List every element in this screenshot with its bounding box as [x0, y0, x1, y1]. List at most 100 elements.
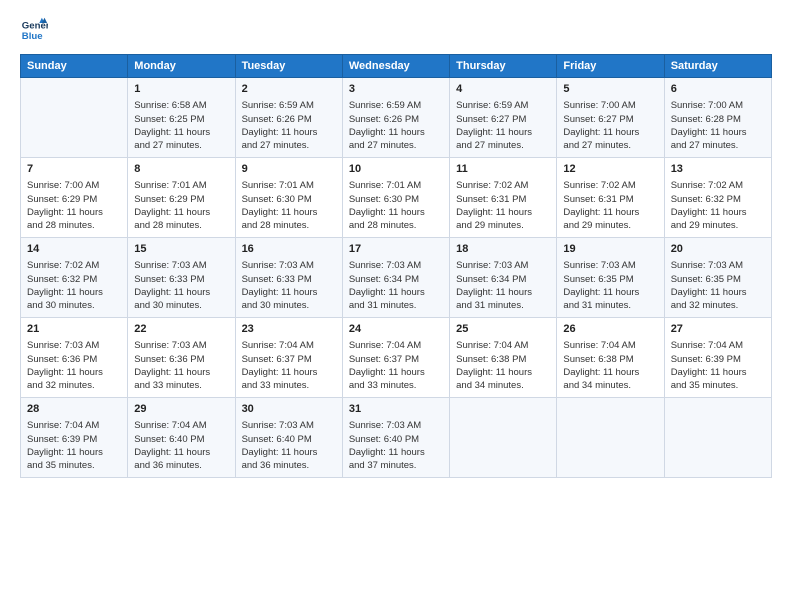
day-number: 7	[27, 162, 121, 177]
calendar-cell: 2Sunrise: 6:59 AM Sunset: 6:26 PM Daylig…	[235, 78, 342, 158]
day-number: 2	[242, 82, 336, 97]
day-number: 15	[134, 242, 228, 257]
calendar-cell: 29 Sunrise: 7:04 AM Sunset: 6:40 PM Dayli…	[128, 398, 235, 478]
day-info: Sunrise: 7:04 AM Sunset: 6:39 PM Dayligh…	[671, 339, 765, 392]
day-info: Sunrise: 7:02 AM Sunset: 6:32 PM Dayligh…	[27, 259, 121, 312]
calendar-cell: 6 Sunrise: 7:00 AM Sunset: 6:28 PM Daylig…	[664, 78, 771, 158]
header-cell-tuesday: Tuesday	[235, 55, 342, 78]
day-info: Sunrise: 7:02 AM Sunset: 6:31 PM Dayligh…	[456, 179, 550, 232]
calendar-header-row: SundayMondayTuesdayWednesdayThursdayFrid…	[21, 55, 772, 78]
day-info: Sunrise: 7:04 AM Sunset: 6:38 PM Dayligh…	[563, 339, 657, 392]
calendar-cell	[450, 398, 557, 478]
day-info: Sunrise: 6:59 AM Sunset: 6:27 PM Dayligh…	[456, 99, 550, 152]
day-number: 1	[134, 82, 228, 97]
calendar-cell: 16 Sunrise: 7:03 AM Sunset: 6:33 PM Dayli…	[235, 238, 342, 318]
calendar-cell: 21 Sunrise: 7:03 AM Sunset: 6:36 PM Dayli…	[21, 318, 128, 398]
calendar-cell	[21, 78, 128, 158]
day-info: Sunrise: 7:03 AM Sunset: 6:36 PM Dayligh…	[27, 339, 121, 392]
day-number: 28	[27, 402, 121, 417]
calendar-cell: 7 Sunrise: 7:00 AM Sunset: 6:29 PM Daylig…	[21, 158, 128, 238]
day-number: 30	[242, 402, 336, 417]
day-number: 18	[456, 242, 550, 257]
day-info: Sunrise: 7:02 AM Sunset: 6:32 PM Dayligh…	[671, 179, 765, 232]
day-number: 23	[242, 322, 336, 337]
day-info: Sunrise: 7:04 AM Sunset: 6:37 PM Dayligh…	[349, 339, 443, 392]
day-info: Sunrise: 7:03 AM Sunset: 6:34 PM Dayligh…	[456, 259, 550, 312]
day-number: 22	[134, 322, 228, 337]
day-number: 19	[563, 242, 657, 257]
day-info: Sunrise: 6:59 AM Sunset: 6:26 PM Dayligh…	[349, 99, 443, 152]
calendar-cell: 11 Sunrise: 7:02 AM Sunset: 6:31 PM Dayli…	[450, 158, 557, 238]
calendar-cell: 1Sunrise: 6:58 AM Sunset: 6:25 PM Daylig…	[128, 78, 235, 158]
calendar-cell: 31 Sunrise: 7:03 AM Sunset: 6:40 PM Dayli…	[342, 398, 449, 478]
calendar-cell: 18 Sunrise: 7:03 AM Sunset: 6:34 PM Dayli…	[450, 238, 557, 318]
header-cell-thursday: Thursday	[450, 55, 557, 78]
logo-icon: General Blue	[20, 16, 48, 44]
day-info: Sunrise: 7:00 AM Sunset: 6:29 PM Dayligh…	[27, 179, 121, 232]
calendar-table: SundayMondayTuesdayWednesdayThursdayFrid…	[20, 54, 772, 478]
day-info: Sunrise: 7:04 AM Sunset: 6:40 PM Dayligh…	[134, 419, 228, 472]
calendar-cell: 22 Sunrise: 7:03 AM Sunset: 6:36 PM Dayli…	[128, 318, 235, 398]
calendar-cell: 8Sunrise: 7:01 AM Sunset: 6:29 PM Daylig…	[128, 158, 235, 238]
day-info: Sunrise: 7:01 AM Sunset: 6:30 PM Dayligh…	[242, 179, 336, 232]
day-info: Sunrise: 7:03 AM Sunset: 6:33 PM Dayligh…	[134, 259, 228, 312]
week-row-2: 7 Sunrise: 7:00 AM Sunset: 6:29 PM Daylig…	[21, 158, 772, 238]
logo: General Blue	[20, 16, 52, 44]
day-info: Sunrise: 7:00 AM Sunset: 6:28 PM Dayligh…	[671, 99, 765, 152]
day-number: 13	[671, 162, 765, 177]
calendar-cell: 12 Sunrise: 7:02 AM Sunset: 6:31 PM Dayli…	[557, 158, 664, 238]
day-number: 31	[349, 402, 443, 417]
day-number: 5	[563, 82, 657, 97]
day-number: 4	[456, 82, 550, 97]
calendar-cell: 3 Sunrise: 6:59 AM Sunset: 6:26 PM Daylig…	[342, 78, 449, 158]
calendar-cell: 17 Sunrise: 7:03 AM Sunset: 6:34 PM Dayli…	[342, 238, 449, 318]
day-info: Sunrise: 7:03 AM Sunset: 6:34 PM Dayligh…	[349, 259, 443, 312]
day-number: 10	[349, 162, 443, 177]
day-number: 21	[27, 322, 121, 337]
day-number: 20	[671, 242, 765, 257]
svg-text:Blue: Blue	[22, 31, 43, 42]
header-cell-saturday: Saturday	[664, 55, 771, 78]
calendar-cell: 28 Sunrise: 7:04 AM Sunset: 6:39 PM Dayli…	[21, 398, 128, 478]
day-info: Sunrise: 7:02 AM Sunset: 6:31 PM Dayligh…	[563, 179, 657, 232]
calendar-cell	[557, 398, 664, 478]
calendar-cell: 5Sunrise: 7:00 AM Sunset: 6:27 PM Daylig…	[557, 78, 664, 158]
day-number: 16	[242, 242, 336, 257]
header-cell-sunday: Sunday	[21, 55, 128, 78]
day-info: Sunrise: 7:04 AM Sunset: 6:38 PM Dayligh…	[456, 339, 550, 392]
calendar-cell: 13 Sunrise: 7:02 AM Sunset: 6:32 PM Dayli…	[664, 158, 771, 238]
week-row-1: 1Sunrise: 6:58 AM Sunset: 6:25 PM Daylig…	[21, 78, 772, 158]
day-info: Sunrise: 7:03 AM Sunset: 6:40 PM Dayligh…	[242, 419, 336, 472]
day-number: 3	[349, 82, 443, 97]
calendar-cell: 30 Sunrise: 7:03 AM Sunset: 6:40 PM Dayli…	[235, 398, 342, 478]
week-row-5: 28 Sunrise: 7:04 AM Sunset: 6:39 PM Dayli…	[21, 398, 772, 478]
calendar-cell: 10 Sunrise: 7:01 AM Sunset: 6:30 PM Dayli…	[342, 158, 449, 238]
day-number: 24	[349, 322, 443, 337]
day-number: 12	[563, 162, 657, 177]
header-cell-monday: Monday	[128, 55, 235, 78]
day-number: 17	[349, 242, 443, 257]
page: General Blue SundayMondayTuesdayWednesda…	[0, 0, 792, 612]
day-number: 29	[134, 402, 228, 417]
day-info: Sunrise: 7:04 AM Sunset: 6:39 PM Dayligh…	[27, 419, 121, 472]
day-info: Sunrise: 7:04 AM Sunset: 6:37 PM Dayligh…	[242, 339, 336, 392]
header: General Blue	[20, 16, 772, 44]
calendar-cell: 25 Sunrise: 7:04 AM Sunset: 6:38 PM Dayli…	[450, 318, 557, 398]
calendar-cell	[664, 398, 771, 478]
day-info: Sunrise: 7:03 AM Sunset: 6:33 PM Dayligh…	[242, 259, 336, 312]
calendar-body: 1Sunrise: 6:58 AM Sunset: 6:25 PM Daylig…	[21, 78, 772, 478]
day-info: Sunrise: 7:03 AM Sunset: 6:35 PM Dayligh…	[671, 259, 765, 312]
day-number: 26	[563, 322, 657, 337]
header-cell-wednesday: Wednesday	[342, 55, 449, 78]
day-number: 27	[671, 322, 765, 337]
day-info: Sunrise: 7:03 AM Sunset: 6:40 PM Dayligh…	[349, 419, 443, 472]
week-row-3: 14Sunrise: 7:02 AM Sunset: 6:32 PM Dayli…	[21, 238, 772, 318]
header-cell-friday: Friday	[557, 55, 664, 78]
week-row-4: 21 Sunrise: 7:03 AM Sunset: 6:36 PM Dayli…	[21, 318, 772, 398]
day-number: 25	[456, 322, 550, 337]
day-info: Sunrise: 7:01 AM Sunset: 6:30 PM Dayligh…	[349, 179, 443, 232]
day-number: 6	[671, 82, 765, 97]
calendar-cell: 27 Sunrise: 7:04 AM Sunset: 6:39 PM Dayli…	[664, 318, 771, 398]
day-info: Sunrise: 7:03 AM Sunset: 6:36 PM Dayligh…	[134, 339, 228, 392]
day-number: 11	[456, 162, 550, 177]
